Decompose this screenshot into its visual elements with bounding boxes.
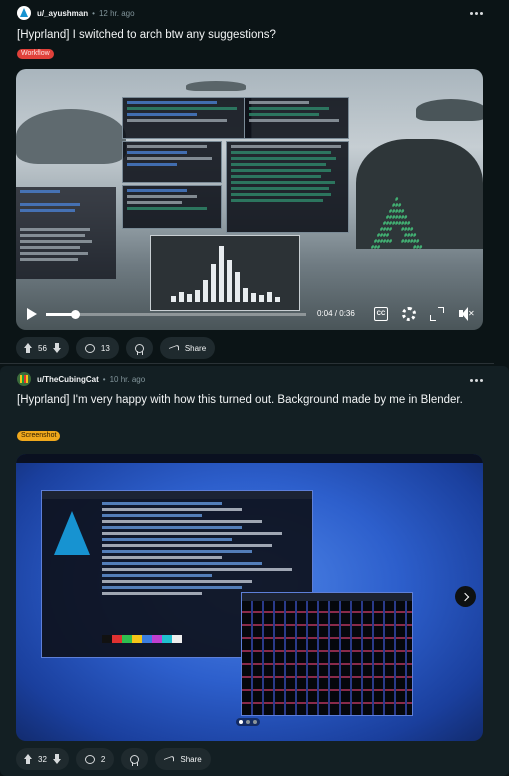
flair-badge[interactable]: Screenshot <box>17 431 61 441</box>
cc-icon[interactable]: CC <box>374 307 388 321</box>
post-divider <box>0 363 494 364</box>
video-progress-knob[interactable] <box>70 310 80 319</box>
post-username[interactable]: u/TheCubingCat <box>37 375 99 384</box>
post-time: 10 hr. ago <box>109 374 146 384</box>
share-icon <box>169 343 179 353</box>
comment-icon <box>84 343 95 353</box>
meta-separator: • <box>102 374 106 384</box>
post-time: 12 hr. ago <box>98 8 135 18</box>
scenery-rock <box>186 81 246 91</box>
vote-control: 56 <box>16 337 69 359</box>
more-icon[interactable] <box>469 6 483 20</box>
post-card[interactable]: u/_ayushman • 12 hr. ago [Hyprland] I sw… <box>0 0 509 364</box>
arch-avatar-icon[interactable] <box>17 6 31 20</box>
gallery-dot[interactable] <box>246 720 250 724</box>
post-title[interactable]: [Hyprland] I switched to arch btw any su… <box>17 27 477 43</box>
audio-visualizer <box>171 240 280 302</box>
meta-separator: • <box>92 8 95 18</box>
post-actions: 32 2 Share <box>16 748 211 770</box>
color-swatches <box>102 635 182 643</box>
share-label: Share <box>184 343 207 353</box>
share-label: Share <box>180 754 202 764</box>
desktop-topbar <box>16 454 483 463</box>
comment-icon <box>84 754 95 764</box>
share-icon <box>164 754 174 764</box>
upvote-icon[interactable] <box>23 343 33 353</box>
gallery-dot[interactable] <box>253 720 257 724</box>
flair-badge[interactable]: Workflow <box>17 49 54 59</box>
downvote-icon[interactable] <box>52 343 62 353</box>
award-button[interactable] <box>125 337 153 359</box>
terminal-window <box>122 141 222 183</box>
chevron-right-icon <box>460 592 469 601</box>
video-controls: 0:04 / 0:36 CC ✕ <box>16 300 483 330</box>
comments-button[interactable]: 13 <box>75 337 119 359</box>
pipes-screensaver <box>242 601 412 715</box>
share-button[interactable]: Share <box>159 337 216 359</box>
upvote-icon[interactable] <box>23 754 33 764</box>
mute-icon[interactable]: ✕ <box>459 307 475 321</box>
vote-count: 32 <box>38 754 47 764</box>
pipes-window <box>241 592 413 716</box>
ascii-art: # ### ##### ####### ######### #### #### … <box>371 197 423 251</box>
video-time: 0:04 / 0:36 <box>317 309 355 318</box>
post-username[interactable]: u/_ayushman <box>37 9 88 18</box>
video-player[interactable]: # ### ##### ####### ######### #### #### … <box>16 69 483 330</box>
settings-icon[interactable] <box>402 307 416 321</box>
terminal-window <box>244 97 349 139</box>
cube-avatar-icon[interactable] <box>17 372 31 386</box>
image-gallery[interactable] <box>16 454 483 741</box>
gallery-next-button[interactable] <box>455 586 476 607</box>
terminal-window <box>122 185 222 229</box>
more-icon[interactable] <box>469 373 483 387</box>
scenery-rock <box>16 109 126 164</box>
process-monitor-window <box>226 141 349 233</box>
fastfetch-window <box>16 187 116 279</box>
award-icon <box>130 754 140 766</box>
play-icon[interactable] <box>27 308 37 320</box>
post-title[interactable]: [Hyprland] I'm very happy with how this … <box>17 392 477 408</box>
post-meta: u/TheCubingCat • 10 hr. ago <box>17 369 145 389</box>
fullscreen-icon[interactable] <box>430 307 444 321</box>
award-icon <box>134 343 144 355</box>
arch-logo-icon <box>54 511 90 555</box>
comments-button[interactable]: 2 <box>75 748 115 770</box>
vote-count: 56 <box>38 343 47 353</box>
comment-count: 13 <box>100 343 110 353</box>
post-actions: 56 13 Share <box>16 337 216 359</box>
vote-control: 32 <box>16 748 69 770</box>
share-button[interactable]: Share <box>155 748 211 770</box>
comment-count: 2 <box>100 754 106 764</box>
award-button[interactable] <box>121 748 149 770</box>
scenery-rock <box>416 99 483 121</box>
video-progress-bar[interactable] <box>46 310 306 319</box>
gallery-pagination <box>236 718 260 726</box>
downvote-icon[interactable] <box>52 754 62 764</box>
gallery-dot[interactable] <box>239 720 243 724</box>
post-meta: u/_ayushman • 12 hr. ago <box>17 3 135 23</box>
terminal-window <box>122 97 252 139</box>
